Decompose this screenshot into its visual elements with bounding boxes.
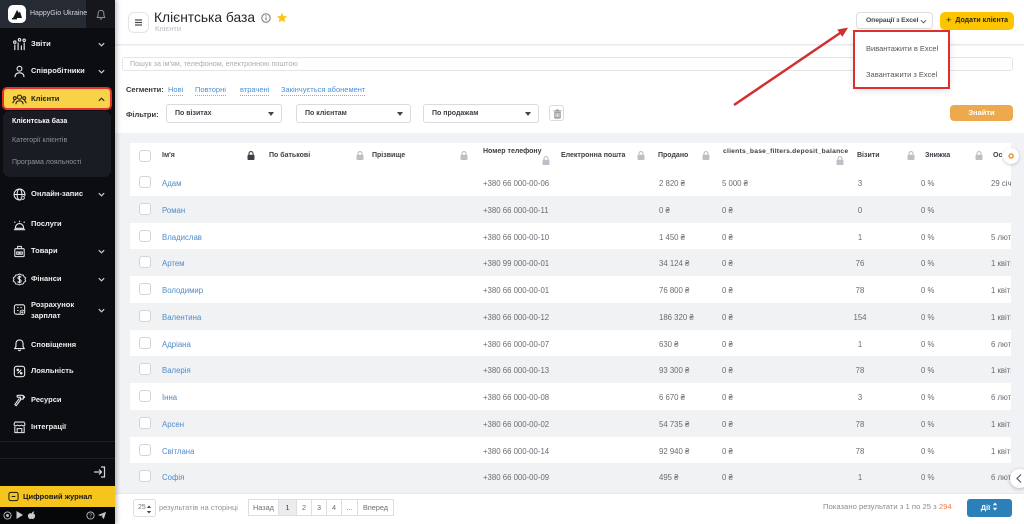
svg-text:?: ? — [89, 513, 92, 519]
